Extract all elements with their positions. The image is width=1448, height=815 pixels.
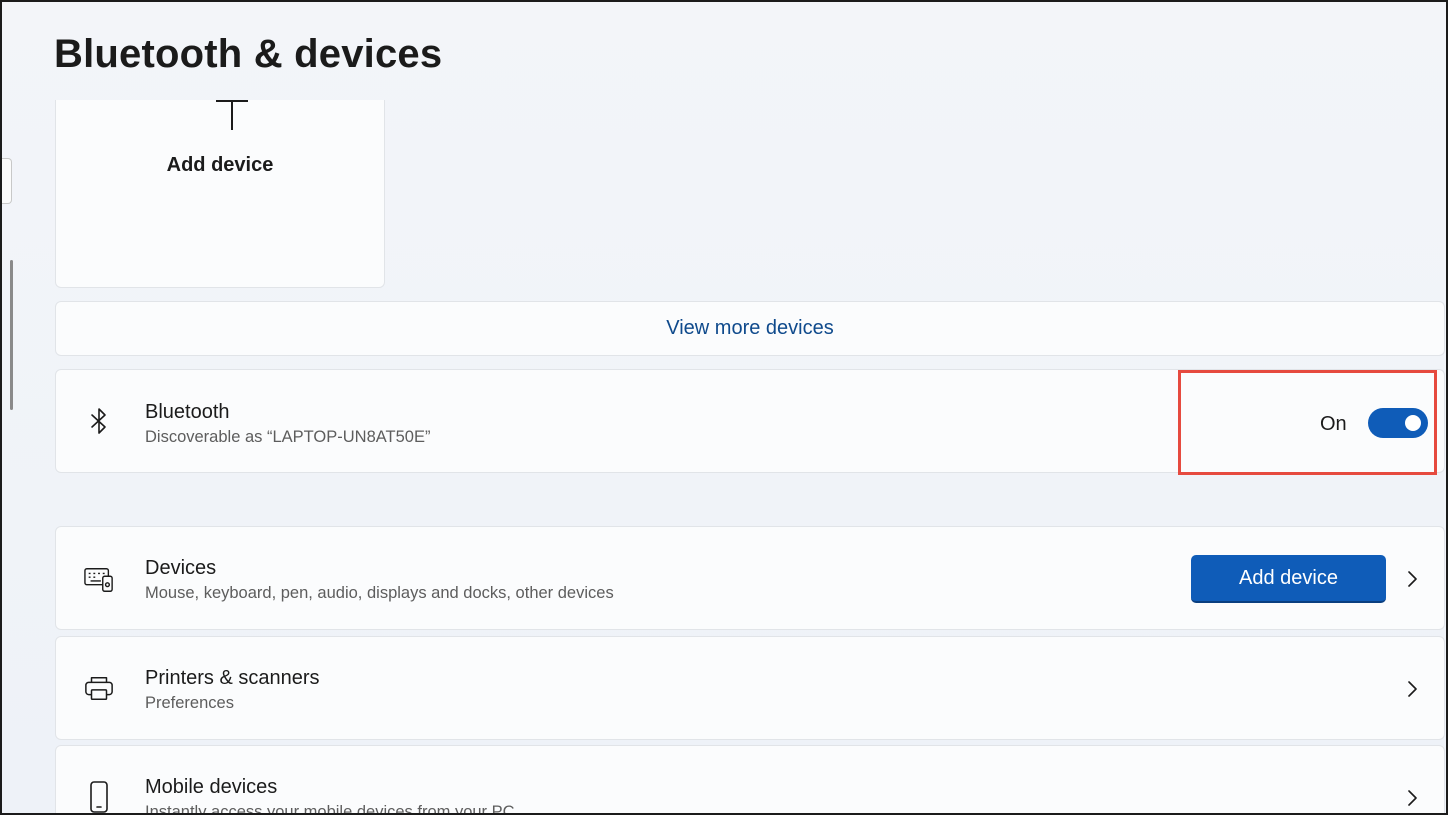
printers-subtitle: Preferences	[145, 694, 234, 712]
mobile-devices-title: Mobile devices	[145, 776, 278, 798]
add-device-tile[interactable]: Add device	[55, 100, 385, 288]
devices-row[interactable]: Devices Mouse, keyboard, pen, audio, dis…	[55, 526, 1445, 630]
view-more-devices-button[interactable]: View more devices	[55, 301, 1445, 356]
plus-icon	[216, 100, 248, 132]
highlight-annotation	[1178, 370, 1437, 475]
mobile-devices-subtitle: Instantly access your mobile devices fro…	[145, 803, 515, 815]
mobile-devices-row[interactable]: Mobile devices Instantly access your mob…	[55, 745, 1445, 815]
bluetooth-subtitle: Discoverable as “LAPTOP-UN8AT50E”	[145, 428, 431, 446]
view-more-devices-label: View more devices	[666, 317, 834, 339]
devices-title: Devices	[145, 557, 217, 579]
page-title: Bluetooth & devices	[54, 32, 443, 76]
chevron-right-icon[interactable]	[1404, 681, 1420, 697]
printers-row[interactable]: Printers & scanners Preferences	[55, 636, 1445, 740]
printer-icon	[84, 673, 114, 703]
chevron-right-icon[interactable]	[1404, 571, 1420, 587]
devices-subtitle: Mouse, keyboard, pen, audio, displays an…	[145, 584, 614, 602]
devices-icon	[84, 565, 114, 595]
bluetooth-title: Bluetooth	[145, 401, 230, 423]
phone-icon	[84, 781, 114, 813]
nav-pane-edge[interactable]	[2, 158, 12, 204]
bluetooth-icon	[84, 406, 114, 436]
add-device-tile-label: Add device	[166, 154, 274, 176]
settings-window: Bluetooth & devices Add device View more…	[0, 0, 1448, 815]
printers-title: Printers & scanners	[145, 667, 320, 689]
add-device-button[interactable]: Add device	[1191, 555, 1386, 603]
nav-scrollbar[interactable]	[10, 260, 13, 410]
chevron-right-icon[interactable]	[1404, 790, 1420, 806]
